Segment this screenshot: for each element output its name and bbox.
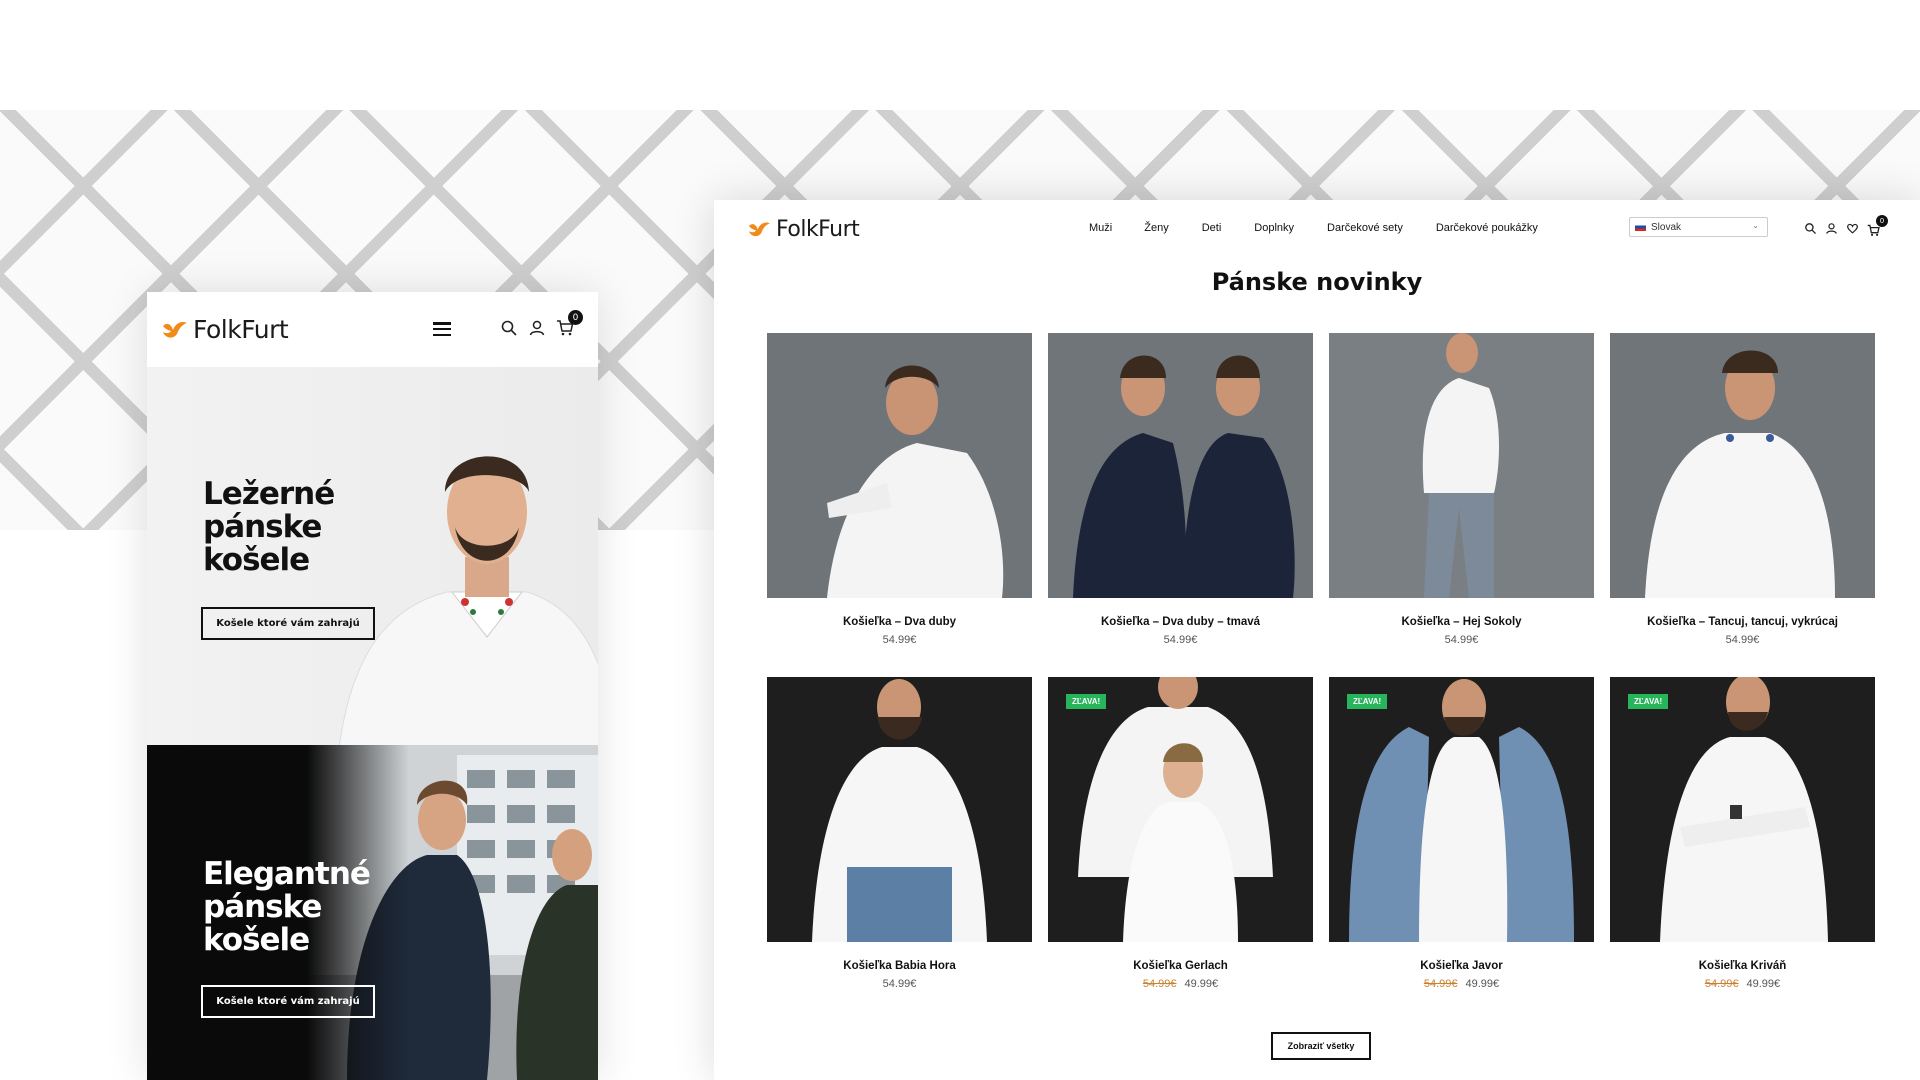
main-nav: Muži Ženy Deti Doplnky Darčekové sety Da… bbox=[1089, 222, 1571, 234]
logo[interactable]: FolkFurt bbox=[161, 315, 289, 344]
product-price-old: 54.99€ bbox=[1423, 978, 1458, 990]
product-price: 54.99€ 49.99€ bbox=[1610, 978, 1875, 990]
product-card[interactable]: Košieľka – Tancuj, tancuj, vykrúcaj 54.9… bbox=[1610, 333, 1875, 646]
product-price-current: 54.99€ bbox=[1163, 634, 1198, 646]
hero-cta-button[interactable]: Košele ktoré vám zahrajú bbox=[201, 985, 375, 1018]
product-image[interactable] bbox=[767, 333, 1032, 598]
cart-count-badge: 0 bbox=[1876, 215, 1888, 227]
chevron-down-icon: ⌄ bbox=[1752, 221, 1759, 230]
logo-text: FolkFurt bbox=[776, 217, 860, 242]
bird-logo-icon bbox=[749, 222, 770, 237]
logo[interactable]: FolkFurt bbox=[747, 217, 860, 242]
user-icon[interactable] bbox=[528, 319, 546, 337]
language-select[interactable]: Slovak ⌄ bbox=[1629, 217, 1768, 237]
product-card[interactable]: ZĽAVA! Košieľka Kriváň 54.99€ 49.99€ bbox=[1610, 677, 1875, 990]
product-price-current: 54.99€ bbox=[882, 978, 917, 990]
hero-model-image bbox=[339, 456, 598, 745]
user-icon[interactable] bbox=[1825, 222, 1838, 235]
product-card[interactable]: ZĽAVA! Košieľka Javor 54.99€ 49.99€ bbox=[1329, 677, 1594, 990]
hero-title: Ležerné pánske košele bbox=[203, 476, 335, 578]
product-price: 54.99€ bbox=[1048, 634, 1313, 646]
hamburger-menu-icon[interactable] bbox=[433, 322, 451, 336]
product-price: 54.99€ bbox=[1329, 634, 1594, 646]
product-image[interactable]: ZĽAVA! bbox=[1329, 677, 1594, 942]
product-price-current: 54.99€ bbox=[1444, 634, 1479, 646]
product-card[interactable]: ZĽAVA! Košieľka Gerlach 54.99€ 49.99€ bbox=[1048, 677, 1313, 990]
sale-badge: ZĽAVA! bbox=[1628, 694, 1669, 709]
nav-item-deti[interactable]: Deti bbox=[1202, 222, 1222, 234]
search-icon[interactable] bbox=[1804, 222, 1817, 235]
product-card[interactable]: Košieľka – Hej Sokoly 54.99€ bbox=[1329, 333, 1594, 646]
cart-count-badge: 0 bbox=[568, 310, 583, 325]
bird-logo-icon bbox=[163, 321, 187, 338]
product-image[interactable] bbox=[767, 677, 1032, 942]
product-name[interactable]: Košieľka Kriváň bbox=[1610, 960, 1875, 972]
language-label: Slovak bbox=[1651, 221, 1682, 233]
product-card[interactable]: Košieľka – Dva duby – tmavá 54.99€ bbox=[1048, 333, 1313, 646]
heart-icon[interactable] bbox=[1846, 222, 1859, 235]
product-name[interactable]: Košieľka – Dva duby – tmavá bbox=[1048, 616, 1313, 628]
product-price-old: 54.99€ bbox=[1704, 978, 1739, 990]
mobile-mockup: FolkFurt 0 Ležerné pánske košele Košele … bbox=[147, 292, 598, 1080]
nav-item-muzi[interactable]: Muži bbox=[1089, 222, 1112, 234]
product-price: 54.99€ 49.99€ bbox=[1329, 978, 1594, 990]
show-all-button[interactable]: Zobraziť všetky bbox=[1271, 1032, 1371, 1060]
product-price-old: 54.99€ bbox=[1142, 978, 1177, 990]
product-image[interactable] bbox=[1610, 333, 1875, 598]
product-price-current: 54.99€ bbox=[882, 634, 917, 646]
product-price: 54.99€ bbox=[767, 634, 1032, 646]
cart-button[interactable]: 0 bbox=[556, 310, 583, 337]
product-image[interactable]: ZĽAVA! bbox=[1048, 677, 1313, 942]
hero-banner-elegant: Elegantné pánske košele Košele ktoré vám… bbox=[147, 745, 598, 1080]
product-name[interactable]: Košieľka Javor bbox=[1329, 960, 1594, 972]
desktop-header: FolkFurt Muži Ženy Deti Doplnky Darčekov… bbox=[714, 200, 1920, 260]
product-price-current: 49.99€ bbox=[1465, 978, 1500, 990]
section-title: Pánske novinky bbox=[1211, 268, 1423, 296]
hero-cta-button[interactable]: Košele ktoré vám zahrajú bbox=[201, 607, 375, 640]
product-name[interactable]: Košieľka Gerlach bbox=[1048, 960, 1313, 972]
product-price: 54.99€ 49.99€ bbox=[1048, 978, 1313, 990]
hero-title: Elegantné pánske košele bbox=[203, 856, 371, 958]
nav-item-darcekove-sety[interactable]: Darčekové sety bbox=[1327, 222, 1403, 234]
product-name[interactable]: Košieľka – Dva duby bbox=[767, 616, 1032, 628]
product-image[interactable] bbox=[1329, 333, 1594, 598]
desktop-mockup: FolkFurt Muži Ženy Deti Doplnky Darčekov… bbox=[714, 200, 1920, 1080]
logo-text: FolkFurt bbox=[193, 315, 289, 344]
product-price-current: 49.99€ bbox=[1184, 978, 1219, 990]
slovak-flag-icon bbox=[1635, 223, 1646, 231]
product-name[interactable]: Košieľka Babia Hora bbox=[767, 960, 1032, 972]
product-name[interactable]: Košieľka – Tancuj, tancuj, vykrúcaj bbox=[1610, 616, 1875, 628]
product-price-current: 49.99€ bbox=[1746, 978, 1781, 990]
product-name[interactable]: Košieľka – Hej Sokoly bbox=[1329, 616, 1594, 628]
nav-item-doplnky[interactable]: Doplnky bbox=[1254, 222, 1294, 234]
product-card[interactable]: Košieľka – Dva duby 54.99€ bbox=[767, 333, 1032, 646]
cart-button[interactable]: 0 bbox=[1867, 215, 1888, 236]
search-icon[interactable] bbox=[500, 319, 518, 337]
product-card[interactable]: Košieľka Babia Hora 54.99€ bbox=[767, 677, 1032, 990]
nav-item-darcekove-poukazky[interactable]: Darčekové poukážky bbox=[1436, 222, 1538, 234]
sale-badge: ZĽAVA! bbox=[1066, 694, 1107, 709]
hero-banner-casual: Ležerné pánske košele Košele ktoré vám z… bbox=[147, 367, 598, 745]
product-price-current: 54.99€ bbox=[1725, 634, 1760, 646]
nav-item-zeny[interactable]: Ženy bbox=[1144, 222, 1168, 234]
mobile-header: FolkFurt 0 bbox=[147, 292, 598, 367]
product-image[interactable] bbox=[1048, 333, 1313, 598]
product-price: 54.99€ bbox=[767, 978, 1032, 990]
product-image[interactable]: ZĽAVA! bbox=[1610, 677, 1875, 942]
sale-badge: ZĽAVA! bbox=[1347, 694, 1388, 709]
product-price: 54.99€ bbox=[1610, 634, 1875, 646]
